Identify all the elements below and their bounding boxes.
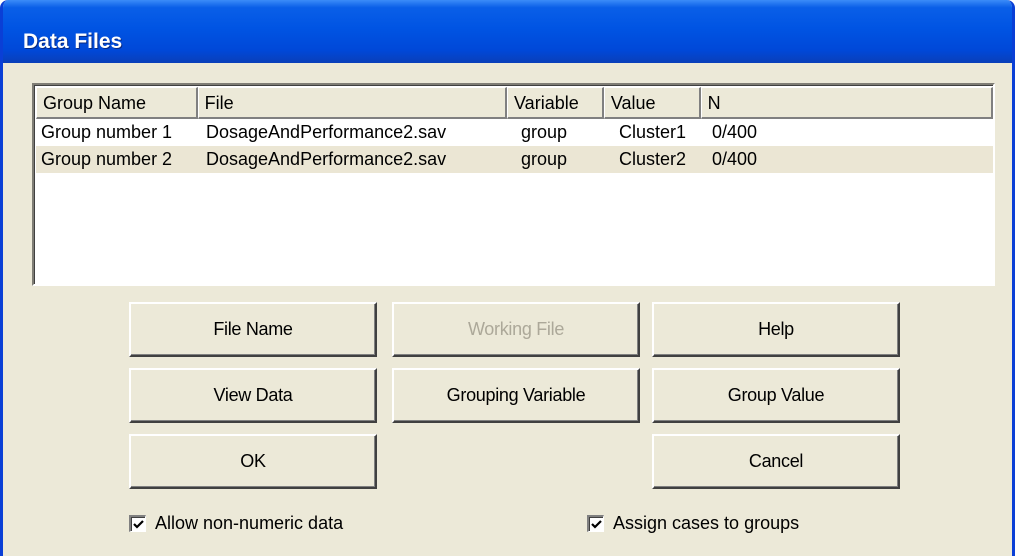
cell-value: Cluster2 — [619, 149, 687, 169]
dialog-title: Data Files — [23, 30, 123, 53]
checkbox-checked-icon[interactable] — [587, 514, 604, 532]
checkbox-checked-icon[interactable] — [129, 514, 146, 532]
data-files-dialog: Data Files Group Name File Variable Valu… — [0, 0, 1015, 556]
cell-file: DosageAndPerformance2.sav — [206, 149, 447, 169]
group-value-button[interactable]: Group Value — [652, 368, 900, 423]
cell-group-name: Group number 1 — [41, 122, 173, 142]
data-files-list[interactable]: Group Name File Variable Value N Group n… — [32, 83, 995, 286]
table-row[interactable]: Group number 1 DosageAndPerformance2.sav… — [36, 119, 993, 146]
column-header-variable[interactable]: Variable — [507, 87, 604, 119]
cell-variable: group — [521, 122, 568, 142]
list-header: Group Name File Variable Value N — [36, 87, 993, 119]
assign-cases-checkbox[interactable]: Assign cases to groups — [587, 511, 799, 535]
grouping-variable-button[interactable]: Grouping Variable — [392, 368, 640, 423]
view-data-button[interactable]: View Data — [129, 368, 377, 423]
cell-value: Cluster1 — [619, 122, 687, 142]
file-name-button[interactable]: File Name — [129, 302, 377, 357]
cell-group-name: Group number 2 — [41, 149, 173, 169]
working-file-button: Working File — [392, 302, 640, 357]
allow-non-numeric-checkbox[interactable]: Allow non-numeric data — [129, 511, 343, 535]
allow-non-numeric-label: Allow non-numeric data — [155, 512, 344, 533]
cancel-button[interactable]: Cancel — [652, 434, 900, 489]
column-header-value[interactable]: Value — [603, 87, 701, 119]
column-header-file[interactable]: File — [197, 87, 508, 119]
assign-cases-label: Assign cases to groups — [613, 512, 800, 533]
cell-file: DosageAndPerformance2.sav — [206, 122, 447, 142]
cell-variable: group — [521, 149, 568, 169]
column-header-n[interactable]: N — [700, 87, 993, 119]
cell-n: 0/400 — [712, 122, 758, 142]
title-bar[interactable]: Data Files — [3, 0, 1012, 63]
cell-n: 0/400 — [712, 149, 758, 169]
column-header-group-name[interactable]: Group Name — [36, 87, 198, 119]
table-row[interactable]: Group number 2 DosageAndPerformance2.sav… — [36, 146, 993, 173]
ok-button[interactable]: OK — [129, 434, 377, 489]
help-button[interactable]: Help — [652, 302, 900, 357]
